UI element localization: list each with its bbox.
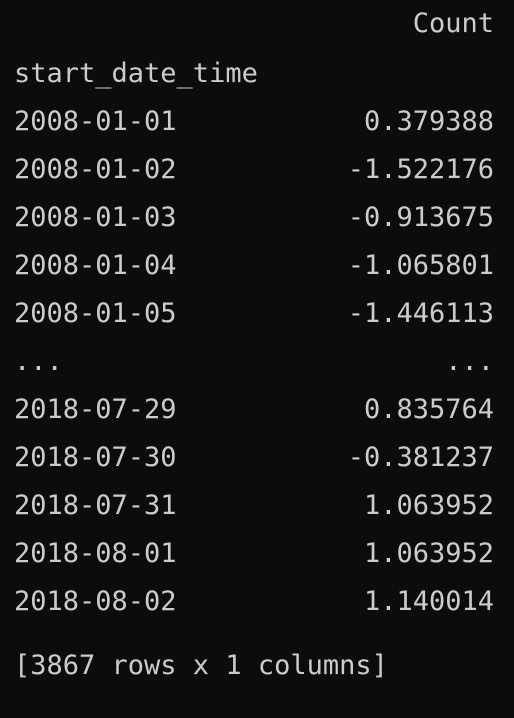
row-value: ...: [445, 346, 494, 377]
index-name: start_date_time: [14, 58, 258, 89]
row-index: 2018-07-30: [14, 442, 177, 473]
table-row: 2018-08-02 1.140014: [14, 578, 494, 626]
table-row: 2008-01-05 -1.446113: [14, 290, 494, 338]
row-value: -1.522176: [347, 154, 494, 185]
table-row: 2018-07-29 0.835764: [14, 386, 494, 434]
row-index: 2008-01-04: [14, 250, 177, 281]
table-row: 2018-08-01 1.063952: [14, 530, 494, 578]
row-index: 2008-01-03: [14, 202, 177, 233]
table-row: 2008-01-04 -1.065801: [14, 242, 494, 290]
ellipsis-row: ... ...: [14, 338, 494, 386]
row-index: ...: [14, 346, 63, 377]
row-index: 2008-01-02: [14, 154, 177, 185]
row-index: 2018-07-31: [14, 490, 177, 521]
row-index: 2018-07-29: [14, 394, 177, 425]
row-index: 2018-08-02: [14, 586, 177, 617]
row-index: 2008-01-05: [14, 298, 177, 329]
row-index: 2008-01-01: [14, 106, 177, 137]
row-value: 1.063952: [363, 490, 494, 521]
row-value: 0.835764: [363, 394, 494, 425]
column-header: Count: [412, 8, 494, 39]
row-value: -1.065801: [347, 250, 494, 281]
row-value: 1.140014: [363, 586, 494, 617]
console-output: Count start_date_time 2008-01-01 0.37938…: [0, 0, 514, 718]
row-value: -0.913675: [347, 202, 494, 233]
table-row: 2008-01-01 0.379388: [14, 98, 494, 146]
table-row: 2018-07-31 1.063952: [14, 482, 494, 530]
shape-summary: [3867 rows x 1 columns]: [14, 650, 388, 681]
row-value: -0.381237: [347, 442, 494, 473]
table-row: 2008-01-02 -1.522176: [14, 146, 494, 194]
row-value: -1.446113: [347, 298, 494, 329]
row-index: 2018-08-01: [14, 538, 177, 569]
row-value: 0.379388: [363, 106, 494, 137]
table-row: 2008-01-03 -0.913675: [14, 194, 494, 242]
table-row: 2018-07-30 -0.381237: [14, 434, 494, 482]
row-value: 1.063952: [363, 538, 494, 569]
